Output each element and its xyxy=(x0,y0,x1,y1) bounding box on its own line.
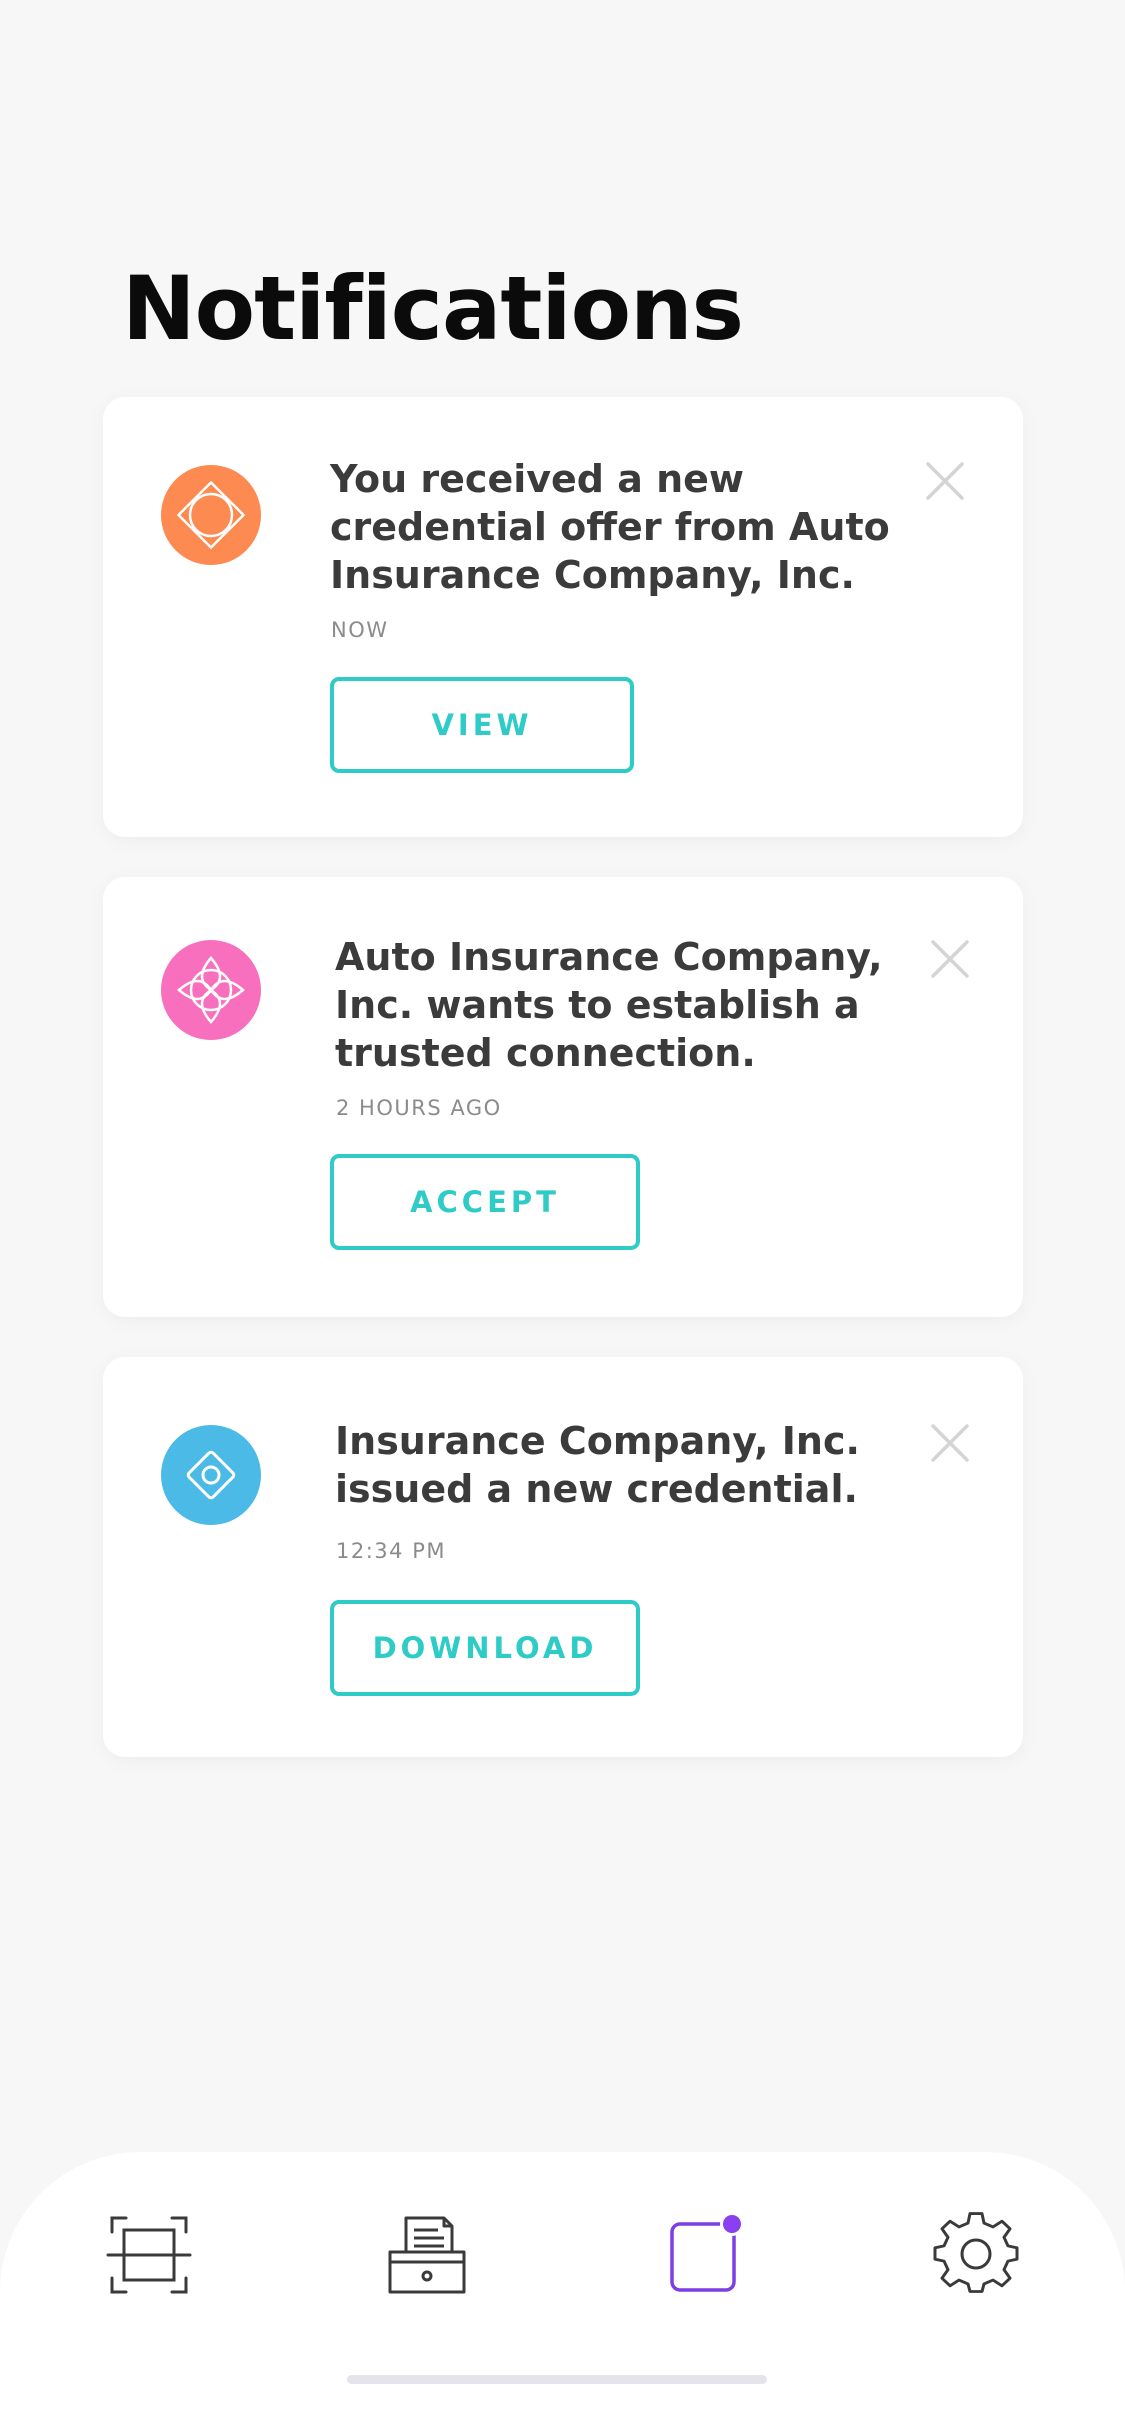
scan-icon xyxy=(106,2216,192,2294)
notification-time: 12:34 PM xyxy=(336,1539,446,1563)
close-icon[interactable] xyxy=(930,939,970,979)
pink-flower-icon xyxy=(161,940,261,1040)
tab-settings[interactable] xyxy=(931,2210,1021,2300)
close-icon[interactable] xyxy=(925,461,965,501)
view-button[interactable]: VIEW xyxy=(330,677,634,773)
tab-notifications[interactable] xyxy=(660,2210,750,2300)
notification-time: NOW xyxy=(331,618,389,642)
credential-box-icon xyxy=(388,2216,466,2294)
tab-credentials[interactable] xyxy=(382,2210,472,2300)
home-indicator xyxy=(347,2375,767,2384)
tab-bar xyxy=(0,2152,1125,2436)
notification-message: Auto Insurance Company, Inc. wants to es… xyxy=(335,935,883,1075)
accept-button[interactable]: ACCEPT xyxy=(330,1154,640,1250)
notification-card: You received a new credential offer from… xyxy=(103,397,1023,837)
notification-badge xyxy=(723,2215,741,2233)
notification-card: Auto Insurance Company, Inc. wants to es… xyxy=(103,877,1023,1317)
close-icon[interactable] xyxy=(930,1423,970,1463)
tab-scan[interactable] xyxy=(104,2210,194,2300)
download-button[interactable]: DOWNLOAD xyxy=(330,1600,640,1696)
page-title: Notifications xyxy=(122,256,744,360)
orange-diamond-circle-icon xyxy=(161,465,261,565)
notification-message: You received a new credential offer from… xyxy=(330,457,890,597)
notification-message: Insurance Company, Inc. issued a new cre… xyxy=(335,1419,860,1511)
notifications-icon xyxy=(670,2212,744,2292)
blue-diamond-dot-icon xyxy=(161,1425,261,1525)
notification-card: Insurance Company, Inc. issued a new cre… xyxy=(103,1357,1023,1757)
notification-time: 2 HOURS AGO xyxy=(336,1096,502,1120)
gear-icon xyxy=(933,2212,1019,2293)
